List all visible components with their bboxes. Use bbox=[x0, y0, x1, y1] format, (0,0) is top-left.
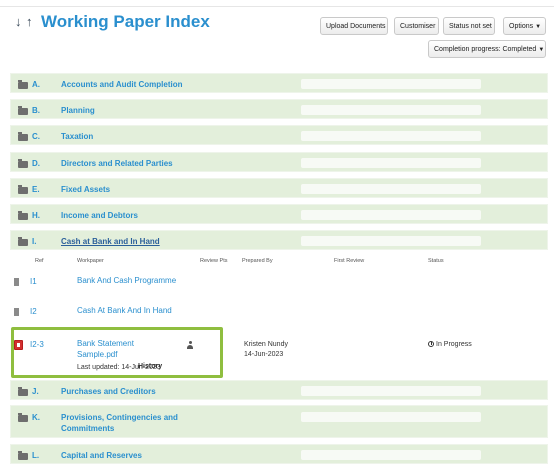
folder-icon bbox=[18, 132, 28, 141]
section-letter: B. bbox=[32, 106, 40, 115]
expand-all-icon[interactable]: ↑ bbox=[26, 15, 33, 29]
col-prepared-by: Prepared By bbox=[242, 258, 273, 264]
workpaper-link[interactable]: Bank And Cash Programme bbox=[77, 276, 176, 286]
section-progress-box bbox=[301, 184, 481, 194]
section-letter: K. bbox=[32, 413, 40, 422]
section-title[interactable]: Provisions, Contingencies and Commitment… bbox=[61, 412, 201, 434]
folder-icon bbox=[18, 413, 28, 422]
section-progress-box bbox=[301, 158, 481, 168]
upload-documents-button[interactable]: Upload Documents bbox=[320, 17, 388, 35]
section-title[interactable]: Accounts and Audit Completion bbox=[61, 79, 182, 90]
section-progress-box bbox=[301, 412, 481, 422]
section-letter: L. bbox=[32, 451, 40, 460]
section-letter: A. bbox=[32, 80, 40, 89]
completion-progress-button[interactable]: Completion progress: Completed ▼ bbox=[428, 40, 546, 58]
section-title[interactable]: Purchases and Creditors bbox=[61, 386, 156, 397]
customiser-button[interactable]: Customiser bbox=[394, 17, 439, 35]
page-title: Working Paper Index bbox=[41, 12, 210, 31]
section-progress-box bbox=[301, 210, 481, 220]
section-letter: D. bbox=[32, 159, 40, 168]
section-title[interactable]: Planning bbox=[61, 105, 95, 116]
section-progress-box bbox=[301, 131, 481, 141]
folder-icon bbox=[18, 211, 28, 220]
status-cell: In Progress bbox=[428, 341, 472, 348]
col-workpaper: Workpaper bbox=[77, 258, 104, 264]
page-header: ↓ ↑ Working Paper Index Upload Documents… bbox=[0, 10, 554, 70]
col-status: Status bbox=[428, 258, 444, 264]
section-progress-box bbox=[301, 386, 481, 396]
workpaper-link[interactable]: Cash At Bank And In Hand bbox=[77, 306, 172, 316]
pdf-icon bbox=[14, 340, 23, 350]
section-h[interactable]: H. Income and Debtors bbox=[10, 204, 548, 224]
section-letter: I. bbox=[32, 237, 37, 246]
section-j[interactable]: J. Purchases and Creditors bbox=[10, 380, 548, 400]
prepared-by-date: 14-Jun-2023 bbox=[244, 351, 284, 358]
row-ref: I1 bbox=[30, 277, 37, 286]
section-title[interactable]: Capital and Reserves bbox=[61, 450, 142, 461]
collapse-all-icon[interactable]: ↓ bbox=[15, 15, 22, 29]
folder-icon bbox=[18, 387, 28, 396]
section-progress-box bbox=[301, 105, 481, 115]
user-icon bbox=[187, 341, 193, 349]
section-progress-box bbox=[301, 450, 481, 460]
folder-icon bbox=[18, 451, 28, 460]
row-ref: I2-3 bbox=[30, 340, 44, 349]
workpaper-link-line2[interactable]: Sample.pdf bbox=[77, 350, 117, 360]
workpaper-link-line1[interactable]: Bank Statement bbox=[77, 339, 134, 349]
folder-open-icon bbox=[18, 237, 28, 246]
section-l[interactable]: L. Capital and Reserves bbox=[10, 444, 548, 464]
top-strip bbox=[0, 0, 554, 7]
section-b[interactable]: B. Planning bbox=[10, 99, 548, 119]
section-e[interactable]: E. Fixed Assets bbox=[10, 178, 548, 198]
folder-icon bbox=[18, 185, 28, 194]
section-i[interactable]: I. Cash at Bank and In Hand bbox=[10, 230, 548, 250]
section-k[interactable]: K. Provisions, Contingencies and Commitm… bbox=[10, 405, 548, 438]
section-letter: J. bbox=[32, 387, 39, 396]
completion-progress-label: Completion progress: Completed bbox=[434, 46, 537, 53]
section-progress-box bbox=[301, 79, 481, 89]
file-icon bbox=[14, 278, 19, 286]
section-letter: E. bbox=[32, 185, 40, 194]
section-c[interactable]: C. Taxation bbox=[10, 125, 548, 145]
folder-icon bbox=[18, 159, 28, 168]
prepared-by-name: Kristen Nundy bbox=[244, 341, 288, 348]
history-link[interactable]: History bbox=[138, 363, 162, 370]
status-label: In Progress bbox=[436, 341, 472, 348]
caret-down-icon: ▼ bbox=[538, 47, 545, 53]
section-a[interactable]: A. Accounts and Audit Completion bbox=[10, 73, 548, 93]
section-title[interactable]: Income and Debtors bbox=[61, 210, 138, 221]
section-progress-box bbox=[301, 236, 481, 246]
section-title[interactable]: Taxation bbox=[61, 131, 93, 142]
section-letter: C. bbox=[32, 132, 40, 141]
options-button[interactable]: Options ▼ bbox=[503, 17, 546, 35]
folder-icon bbox=[18, 106, 28, 115]
section-d[interactable]: D. Directors and Related Parties bbox=[10, 152, 548, 172]
row-ref: I2 bbox=[30, 307, 37, 316]
section-title[interactable]: Directors and Related Parties bbox=[61, 158, 173, 169]
file-icon bbox=[14, 308, 19, 316]
section-title[interactable]: Fixed Assets bbox=[61, 184, 110, 195]
col-first-review: First Review bbox=[334, 258, 365, 264]
section-title[interactable]: Cash at Bank and In Hand bbox=[61, 236, 160, 247]
options-label: Options bbox=[509, 23, 534, 30]
col-review-pts: Review Pts bbox=[200, 258, 228, 264]
folder-icon bbox=[18, 80, 28, 89]
clock-icon bbox=[428, 341, 434, 347]
status-button[interactable]: Status not set bbox=[443, 17, 495, 35]
caret-down-icon: ▼ bbox=[535, 24, 542, 30]
section-letter: H. bbox=[32, 211, 40, 220]
col-ref: Ref bbox=[35, 258, 44, 264]
